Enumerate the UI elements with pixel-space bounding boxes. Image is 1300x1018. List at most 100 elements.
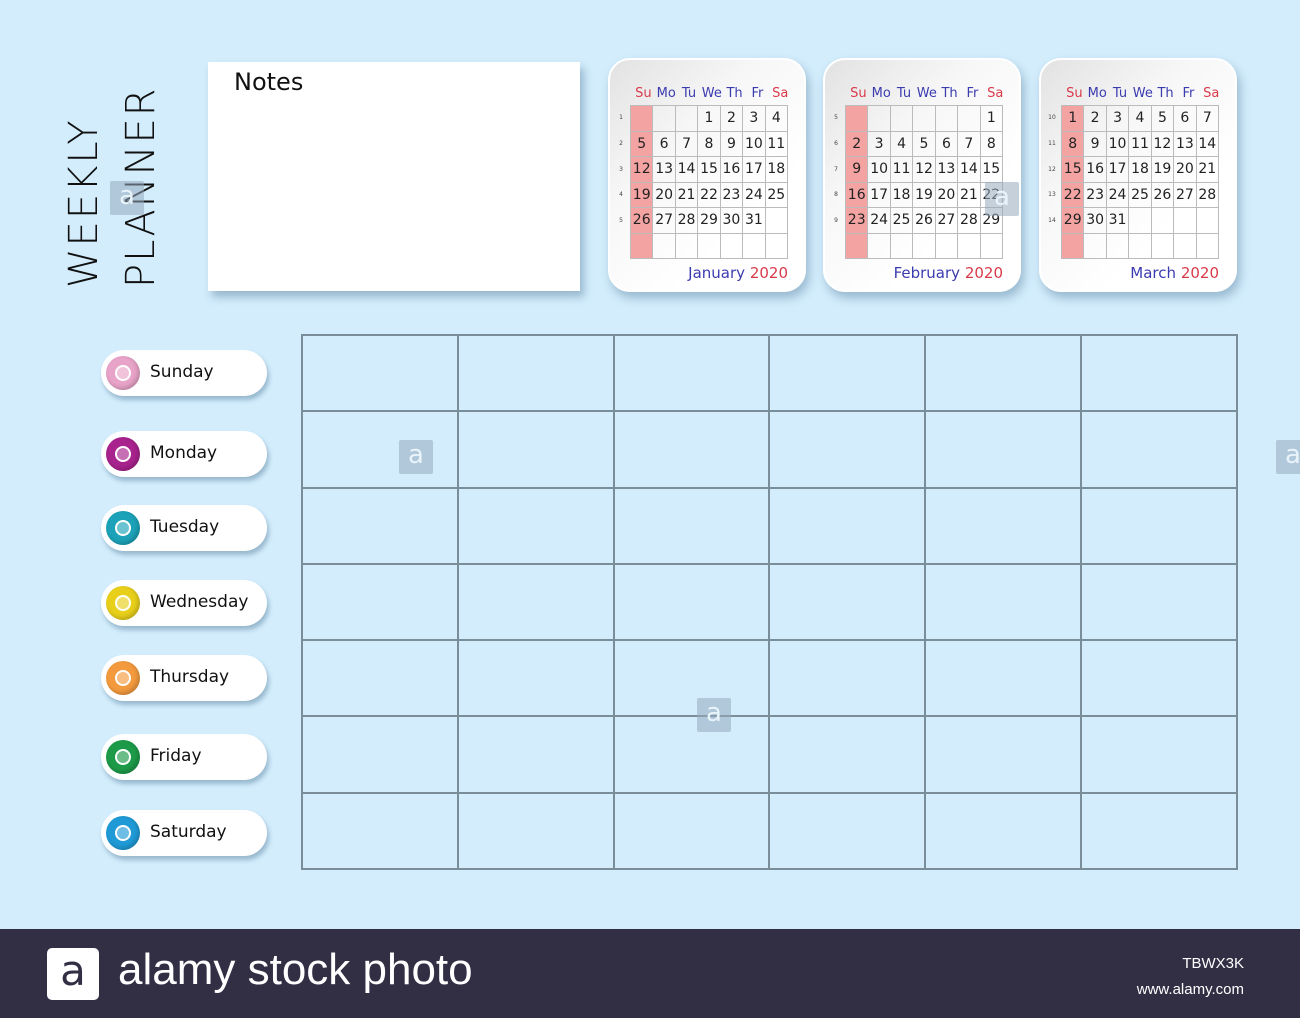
schedule-slot[interactable] <box>614 488 771 565</box>
calendar-day[interactable]: 9 <box>720 131 744 157</box>
schedule-slot[interactable] <box>458 488 615 565</box>
calendar-day[interactable]: 20 <box>935 182 959 208</box>
calendar-day[interactable]: 19 <box>631 182 654 208</box>
calendar-day[interactable]: 3 <box>743 106 766 132</box>
notes-panel[interactable]: Notes <box>208 62 580 291</box>
schedule-slot[interactable] <box>614 793 771 870</box>
schedule-slot[interactable] <box>926 488 1083 565</box>
calendar-day[interactable]: 1 <box>698 106 721 132</box>
calendar-day[interactable]: 26 <box>1151 182 1175 208</box>
calendar-day[interactable]: 23 <box>846 208 869 234</box>
calendar-day[interactable]: 8 <box>698 131 721 157</box>
schedule-slot[interactable] <box>1082 488 1238 565</box>
calendar-day[interactable]: 7 <box>1196 106 1219 132</box>
calendar-day[interactable]: 23 <box>720 182 744 208</box>
calendar-day[interactable]: 12 <box>631 157 654 183</box>
calendar-day[interactable]: 21 <box>1196 157 1219 183</box>
calendar-day[interactable]: 11 <box>765 131 788 157</box>
calendar-day[interactable]: 2 <box>846 131 869 157</box>
calendar-day[interactable]: 3 <box>1106 106 1130 132</box>
schedule-slot[interactable] <box>458 717 615 794</box>
calendar-day[interactable]: 2 <box>720 106 744 132</box>
schedule-slot[interactable] <box>458 336 615 413</box>
schedule-slot[interactable] <box>303 488 459 565</box>
calendar-day[interactable]: 8 <box>1062 131 1085 157</box>
calendar-day[interactable]: 21 <box>958 182 981 208</box>
schedule-slot[interactable] <box>926 717 1083 794</box>
calendar-day[interactable] <box>1062 233 1085 259</box>
calendar-day[interactable]: 20 <box>653 182 676 208</box>
calendar-day[interactable]: 18 <box>1129 157 1152 183</box>
schedule-slot[interactable] <box>614 564 771 642</box>
calendar-day[interactable]: 26 <box>631 208 654 234</box>
calendar-day[interactable]: 1 <box>1062 106 1085 132</box>
schedule-slot[interactable] <box>458 793 615 870</box>
schedule-slot[interactable] <box>303 336 459 413</box>
calendar-day[interactable]: 18 <box>890 182 914 208</box>
calendar-day[interactable]: 30 <box>1084 208 1107 234</box>
calendar-day[interactable]: 14 <box>1196 131 1219 157</box>
calendar-day[interactable]: 28 <box>1196 182 1219 208</box>
schedule-slot[interactable] <box>1082 717 1238 794</box>
calendar-day[interactable] <box>698 233 721 259</box>
calendar-day[interactable]: 5 <box>631 131 654 157</box>
calendar-day[interactable]: 31 <box>1106 208 1130 234</box>
calendar-day[interactable]: 21 <box>675 182 699 208</box>
schedule-slot[interactable] <box>303 793 459 870</box>
calendar-day[interactable]: 31 <box>743 208 766 234</box>
schedule-slot[interactable] <box>458 564 615 642</box>
day-label-saturday[interactable]: Saturday <box>101 810 267 856</box>
schedule-slot[interactable] <box>770 488 927 565</box>
schedule-slot[interactable] <box>614 412 771 489</box>
calendar-day[interactable] <box>958 106 981 132</box>
schedule-slot[interactable] <box>614 717 771 794</box>
schedule-slot[interactable] <box>770 564 927 642</box>
schedule-slot[interactable] <box>926 641 1083 718</box>
calendar-day[interactable]: 3 <box>868 131 891 157</box>
calendar-day[interactable]: 8 <box>980 131 1003 157</box>
calendar-day[interactable]: 9 <box>846 157 869 183</box>
schedule-slot[interactable] <box>614 336 771 413</box>
calendar-day[interactable]: 10 <box>868 157 891 183</box>
calendar-day[interactable]: 10 <box>743 131 766 157</box>
calendar-day[interactable]: 5 <box>913 131 936 157</box>
schedule-slot[interactable] <box>458 641 615 718</box>
calendar-day[interactable]: 25 <box>765 182 788 208</box>
calendar-day[interactable]: 23 <box>1084 182 1107 208</box>
schedule-slot[interactable] <box>770 717 927 794</box>
calendar-day[interactable] <box>675 106 699 132</box>
calendar-day[interactable]: 28 <box>958 208 981 234</box>
calendar-day[interactable]: 29 <box>698 208 721 234</box>
schedule-slot[interactable] <box>926 412 1083 489</box>
calendar-day[interactable]: 27 <box>653 208 676 234</box>
schedule-slot[interactable] <box>926 793 1083 870</box>
schedule-slot[interactable] <box>1082 641 1238 718</box>
schedule-slot[interactable] <box>303 412 459 489</box>
calendar-day[interactable]: 27 <box>935 208 959 234</box>
calendar-day[interactable]: 20 <box>1174 157 1197 183</box>
calendar-day[interactable]: 25 <box>1129 182 1152 208</box>
calendar-day[interactable]: 16 <box>1084 157 1107 183</box>
schedule-slot[interactable] <box>770 412 927 489</box>
calendar-day[interactable]: 18 <box>765 157 788 183</box>
calendar-day[interactable] <box>1151 233 1175 259</box>
calendar-day[interactable]: 4 <box>890 131 914 157</box>
calendar-day[interactable]: 4 <box>1129 106 1152 132</box>
calendar-day[interactable]: 26 <box>913 208 936 234</box>
calendar-day[interactable]: 24 <box>743 182 766 208</box>
calendar-day[interactable]: 19 <box>1151 157 1175 183</box>
schedule-slot[interactable] <box>770 336 927 413</box>
schedule-slot[interactable] <box>770 793 927 870</box>
calendar-day[interactable] <box>846 233 869 259</box>
calendar-day[interactable] <box>653 233 676 259</box>
day-label-tuesday[interactable]: Tuesday <box>101 505 267 551</box>
calendar-day[interactable]: 15 <box>980 157 1003 183</box>
calendar-day[interactable]: 13 <box>1174 131 1197 157</box>
calendar-day[interactable]: 14 <box>958 157 981 183</box>
calendar-day[interactable] <box>1129 233 1152 259</box>
calendar-day[interactable]: 6 <box>653 131 676 157</box>
calendar-day[interactable] <box>765 233 788 259</box>
calendar-day[interactable]: 10 <box>1106 131 1130 157</box>
calendar-day[interactable] <box>868 233 891 259</box>
calendar-day[interactable] <box>653 106 676 132</box>
